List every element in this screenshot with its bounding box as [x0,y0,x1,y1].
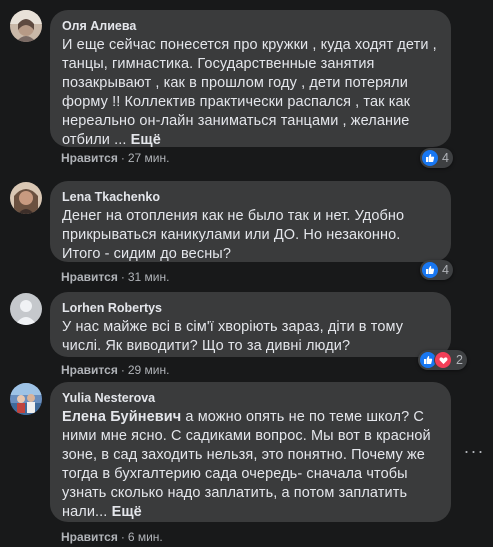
reactions-summary[interactable]: 4 [420,148,453,168]
comment-bubble: Lorhen Robertys У нас майже всі в сім'ї … [50,292,451,357]
like-button[interactable]: Нравится [61,270,118,284]
reaction-count: 2 [456,353,463,367]
comment-body: И еще сейчас понесется про кружки , куда… [62,37,437,148]
comment-text: У нас майже всі в сім'ї хворіють зараз, … [62,319,404,354]
mention-link[interactable]: Елена Буйневич [62,409,181,425]
reactions-summary[interactable]: 2 [418,350,467,370]
comments-section: Оля Алиева И еще сейчас понесется про кр… [0,0,493,547]
comment-actions: Нравится · 6 мин. [61,529,163,545]
comment-actions: Нравится · 29 мин. [61,362,169,378]
reaction-count: 4 [442,263,449,277]
comment-author[interactable]: Lena Tkachenko [62,189,439,205]
separator: · [120,363,125,377]
comment-bubble: Yulia Nesterova Елена Буйневич а можно о… [50,382,451,522]
see-more-link[interactable]: Ещё [112,504,142,520]
like-button[interactable]: Нравится [61,530,118,544]
see-more-link[interactable]: Ещё [131,132,161,148]
like-button[interactable]: Нравится [61,363,118,377]
like-button[interactable]: Нравится [61,151,118,165]
avatar[interactable] [10,293,42,325]
avatar[interactable] [10,383,42,415]
comment-bubble: Оля Алиева И еще сейчас понесется про кр… [50,10,451,150]
comment-time[interactable]: 6 мин. [128,530,163,544]
separator: · [120,270,125,284]
comment-text: И еще сейчас понесется про кружки , куда… [62,36,439,150]
separator: · [120,151,125,165]
like-reaction-icon [422,150,438,166]
avatar[interactable] [10,10,42,42]
separator: · [120,530,125,544]
comment-author[interactable]: Lorhen Robertys [62,300,439,316]
comment-time[interactable]: 29 мин. [128,363,170,377]
avatar[interactable] [10,182,42,214]
comment-time[interactable]: 27 мин. [128,151,170,165]
comment-actions: Нравится · 27 мин. [61,150,169,166]
comment-actions: Нравится · 31 мин. [61,269,169,285]
comment-bubble: Lena Tkachenko Денег на отопления как не… [50,181,451,262]
reaction-count: 4 [442,151,449,165]
comment-text: Елена Буйневич а можно опять не по теме … [62,408,439,522]
more-options-icon[interactable]: ··· [460,437,488,465]
comment-text: Денег на отопления как не было так и нет… [62,208,405,262]
like-reaction-icon [422,262,438,278]
comment-author[interactable]: Оля Алиева [62,18,439,34]
love-reaction-icon [434,351,452,369]
comment-author[interactable]: Yulia Nesterova [62,390,439,406]
comment-time[interactable]: 31 мин. [128,270,170,284]
reactions-summary[interactable]: 4 [420,260,453,280]
